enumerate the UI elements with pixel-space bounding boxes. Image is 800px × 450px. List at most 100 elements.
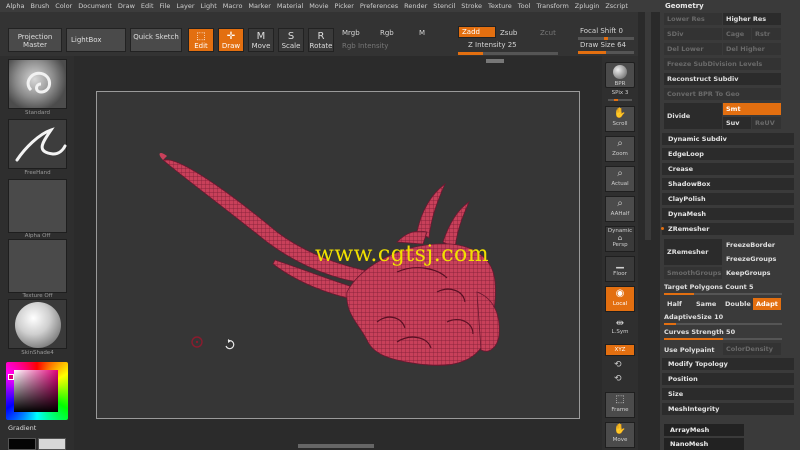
mrgb-toggle[interactable]: Mrgb <box>342 29 360 37</box>
lightbox-button[interactable]: LightBox <box>66 28 126 52</box>
edgeloop-section[interactable]: EdgeLoop <box>662 148 794 160</box>
zoom-button[interactable]: ⌕ Zoom <box>605 136 635 162</box>
shadowbox-section[interactable]: ShadowBox <box>662 178 794 190</box>
rotate-button[interactable]: R Rotate <box>308 28 334 52</box>
lsym-button[interactable]: ⇹ L.Sym <box>605 318 635 340</box>
spix-slider[interactable]: SPix 3 <box>602 90 638 96</box>
meshintegrity-section[interactable]: MeshIntegrity <box>662 403 794 415</box>
target-polygons-slider[interactable]: Target Polygons Count 5 <box>664 283 782 291</box>
smooth-groups-slider[interactable]: SmoothGroups <box>664 267 722 279</box>
secondary-color-swatch[interactable] <box>38 438 66 450</box>
zsub-toggle[interactable]: Zsub <box>500 29 517 37</box>
brush-thumbnail[interactable] <box>8 59 67 109</box>
rotate-z-icon[interactable]: ⟲ <box>614 374 622 384</box>
menu-item-picker[interactable]: Picker <box>335 2 354 10</box>
material-thumbnail[interactable] <box>8 299 67 349</box>
menu-item-stencil[interactable]: Stencil <box>433 2 455 10</box>
main-color-swatch[interactable] <box>8 438 36 450</box>
menu-item-texture[interactable]: Texture <box>488 2 512 10</box>
menu-item-color[interactable]: Color <box>55 2 72 10</box>
floor-button[interactable]: ▁ Floor <box>605 256 635 282</box>
reconstruct-subdiv-button[interactable]: Reconstruct Subdiv <box>664 73 781 85</box>
curves-strength-slider[interactable]: Curves Strength 50 <box>664 328 782 336</box>
freeze-subdivision-button[interactable]: Freeze SubDivision Levels <box>664 58 781 70</box>
canvas-bottom-scrollbar[interactable] <box>298 444 374 448</box>
dynamic-subdiv-section[interactable]: Dynamic Subdiv <box>662 133 794 145</box>
adapt-toggle[interactable]: Adapt <box>753 298 781 310</box>
color-density-slider[interactable]: ColorDensity <box>723 343 781 355</box>
del-higher-button[interactable]: Del Higher <box>723 43 781 55</box>
divide-button[interactable]: Divide <box>664 103 722 129</box>
adaptive-size-track[interactable] <box>664 323 782 325</box>
local-button[interactable]: ◉ Local <box>605 286 635 312</box>
use-polypaint-toggle[interactable]: Use Polypaint <box>664 346 722 354</box>
double-button[interactable]: Double <box>722 298 752 310</box>
adaptive-size-slider[interactable]: AdaptiveSize 10 <box>664 313 782 321</box>
keep-groups-toggle[interactable]: KeepGroups <box>723 267 781 279</box>
lower-res-button[interactable]: Lower Res <box>664 13 722 25</box>
menu-item-alpha[interactable]: Alpha <box>6 2 24 10</box>
freeze-groups-toggle[interactable]: FreezeGroups <box>723 253 781 265</box>
crease-section[interactable]: Crease <box>662 163 794 175</box>
menu-item-light[interactable]: Light <box>201 2 217 10</box>
zremesher-button[interactable]: ZRemesher <box>664 239 722 265</box>
spix-track[interactable] <box>608 99 632 101</box>
menu-item-brush[interactable]: Brush <box>30 2 49 10</box>
m-toggle[interactable]: M <box>419 29 425 37</box>
projection-master-button[interactable]: Projection Master <box>8 28 62 52</box>
menu-item-layer[interactable]: Layer <box>176 2 194 10</box>
color-picker[interactable] <box>6 362 68 420</box>
menu-item-draw[interactable]: Draw <box>118 2 135 10</box>
menu-item-movie[interactable]: Movie <box>309 2 328 10</box>
persp-button[interactable]: Dynamic ⌂ Persp <box>605 226 635 252</box>
stroke-thumbnail[interactable] <box>8 119 67 169</box>
aahalf-button[interactable]: ⌕ AAHalf <box>605 196 635 222</box>
claypolish-section[interactable]: ClayPolish <box>662 193 794 205</box>
menu-item-macro[interactable]: Macro <box>223 2 243 10</box>
rstr-button[interactable]: Rstr <box>752 28 781 40</box>
focal-shift-slider[interactable]: Focal Shift 0 <box>580 27 623 35</box>
dynamesh-section[interactable]: DynaMesh <box>662 208 794 220</box>
convert-bpr-button[interactable]: Convert BPR To Geo <box>664 88 781 100</box>
scroll-button[interactable]: ✋ Scroll <box>605 106 635 132</box>
geometry-title[interactable]: Geometry <box>665 2 704 10</box>
menu-item-preferences[interactable]: Preferences <box>360 2 398 10</box>
half-button[interactable]: Half <box>664 298 692 310</box>
rotate-y-icon[interactable]: ⟲ <box>614 360 622 370</box>
freeze-border-toggle[interactable]: FreezeBorder <box>723 239 781 251</box>
menu-item-edit[interactable]: Edit <box>141 2 154 10</box>
cage-button[interactable]: Cage <box>723 28 751 40</box>
menu-item-marker[interactable]: Marker <box>248 2 270 10</box>
menu-item-material[interactable]: Material <box>277 2 303 10</box>
position-section[interactable]: Position <box>662 373 794 385</box>
tray-scroll-gutter[interactable] <box>638 12 660 450</box>
tray-scroll-thumb[interactable] <box>645 12 651 240</box>
edit-button[interactable]: ⬚ Edit <box>188 28 214 52</box>
texture-thumbnail[interactable] <box>8 239 67 293</box>
sdiv-slider[interactable]: SDiv <box>664 28 722 40</box>
canvas-top-scrollbar[interactable] <box>486 59 504 63</box>
zadd-toggle[interactable]: Zadd <box>458 26 496 38</box>
del-lower-button[interactable]: Del Lower <box>664 43 722 55</box>
draw-button[interactable]: ✛ Draw <box>218 28 244 52</box>
zremesher-section[interactable]: ZRemesher <box>662 223 794 235</box>
document-canvas[interactable]: www.cgtsj.com <box>96 91 580 419</box>
draw-size-slider[interactable]: Draw Size 64 <box>580 41 626 49</box>
menu-item-tool[interactable]: Tool <box>518 2 531 10</box>
move-button[interactable]: M Move <box>248 28 274 52</box>
actual-button[interactable]: ⌕ Actual <box>605 166 635 192</box>
menu-item-stroke[interactable]: Stroke <box>461 2 482 10</box>
alpha-thumbnail[interactable] <box>8 179 67 233</box>
suv-toggle[interactable]: Suv <box>723 117 751 129</box>
menu-item-zplugin[interactable]: Zplugin <box>575 2 600 10</box>
size-section[interactable]: Size <box>662 388 794 400</box>
frame-button[interactable]: ⬚ Frame <box>605 392 635 418</box>
rgb-intensity-slider[interactable]: Rgb Intensity <box>342 42 388 50</box>
scale-button[interactable]: S Scale <box>278 28 304 52</box>
reuv-button[interactable]: ReUV <box>752 117 781 129</box>
menu-item-zscript[interactable]: Zscript <box>605 2 628 10</box>
zcut-toggle[interactable]: Zcut <box>540 29 556 37</box>
quick-sketch-button[interactable]: Quick Sketch <box>130 28 182 52</box>
arraymesh-section[interactable]: ArrayMesh <box>664 424 744 436</box>
smt-toggle[interactable]: Smt <box>723 103 781 115</box>
